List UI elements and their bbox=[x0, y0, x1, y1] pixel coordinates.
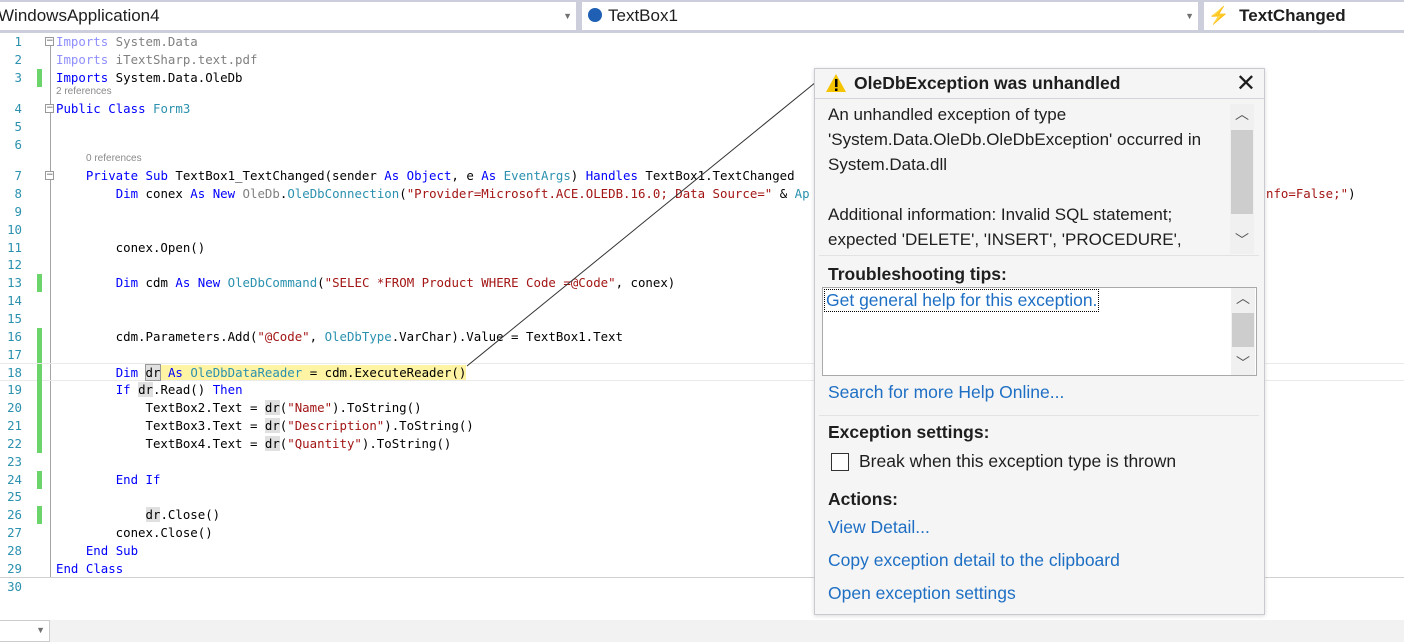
scrollbar-thumb[interactable] bbox=[1232, 313, 1254, 347]
chevron-down-icon: ▼ bbox=[36, 625, 45, 635]
scrollbar-thumb[interactable] bbox=[1231, 130, 1253, 214]
actions-heading: Actions: bbox=[828, 489, 898, 509]
message-scrollbar[interactable]: ︿ ﹀ bbox=[1230, 104, 1254, 254]
chevron-up-icon[interactable]: ︿ bbox=[1231, 288, 1255, 308]
dialog-title: OleDbException was unhandled bbox=[854, 73, 1121, 93]
message-additional: Additional information: Invalid SQL stat… bbox=[828, 205, 1182, 249]
tips-heading: Troubleshooting tips: bbox=[828, 264, 1007, 284]
copy-exception-detail-link[interactable]: Copy exception detail to the clipboard bbox=[828, 550, 1120, 571]
close-icon[interactable]: ✕ bbox=[1236, 69, 1256, 98]
general-help-link[interactable]: Get general help for this exception. bbox=[824, 289, 1100, 312]
chevron-up-icon[interactable]: ︿ bbox=[1230, 104, 1254, 124]
dialog-header: OleDbException was unhandled ✕ bbox=[815, 69, 1264, 99]
message-type: An unhandled exception of type 'System.D… bbox=[828, 105, 1202, 174]
warning-icon bbox=[826, 74, 846, 92]
status-bar bbox=[0, 620, 1404, 642]
chevron-down-icon[interactable]: ﹀ bbox=[1231, 353, 1255, 373]
chevron-down-icon[interactable]: ﹀ bbox=[1230, 230, 1254, 250]
exception-message: An unhandled exception of type 'System.D… bbox=[828, 102, 1228, 252]
exception-dialog: OleDbException was unhandled ✕ An unhand… bbox=[814, 68, 1265, 615]
open-exception-settings-link[interactable]: Open exception settings bbox=[828, 583, 1016, 604]
tips-scrollbar[interactable]: ︿ ﹀ bbox=[1231, 288, 1255, 375]
break-on-throw-option[interactable]: Break when this exception type is thrown bbox=[831, 451, 1176, 472]
tips-box: Get general help for this exception. ︿ ﹀ bbox=[822, 287, 1257, 376]
break-checkbox-label: Break when this exception type is thrown bbox=[859, 451, 1177, 471]
view-detail-link[interactable]: View Detail... bbox=[828, 517, 930, 538]
divider bbox=[819, 255, 1259, 256]
search-help-online-link[interactable]: Search for more Help Online... bbox=[828, 382, 1064, 403]
break-checkbox[interactable] bbox=[831, 452, 849, 471]
zoom-dropdown[interactable]: ▼ bbox=[0, 620, 50, 642]
exception-settings-heading: Exception settings: bbox=[828, 422, 990, 442]
divider bbox=[819, 415, 1259, 416]
